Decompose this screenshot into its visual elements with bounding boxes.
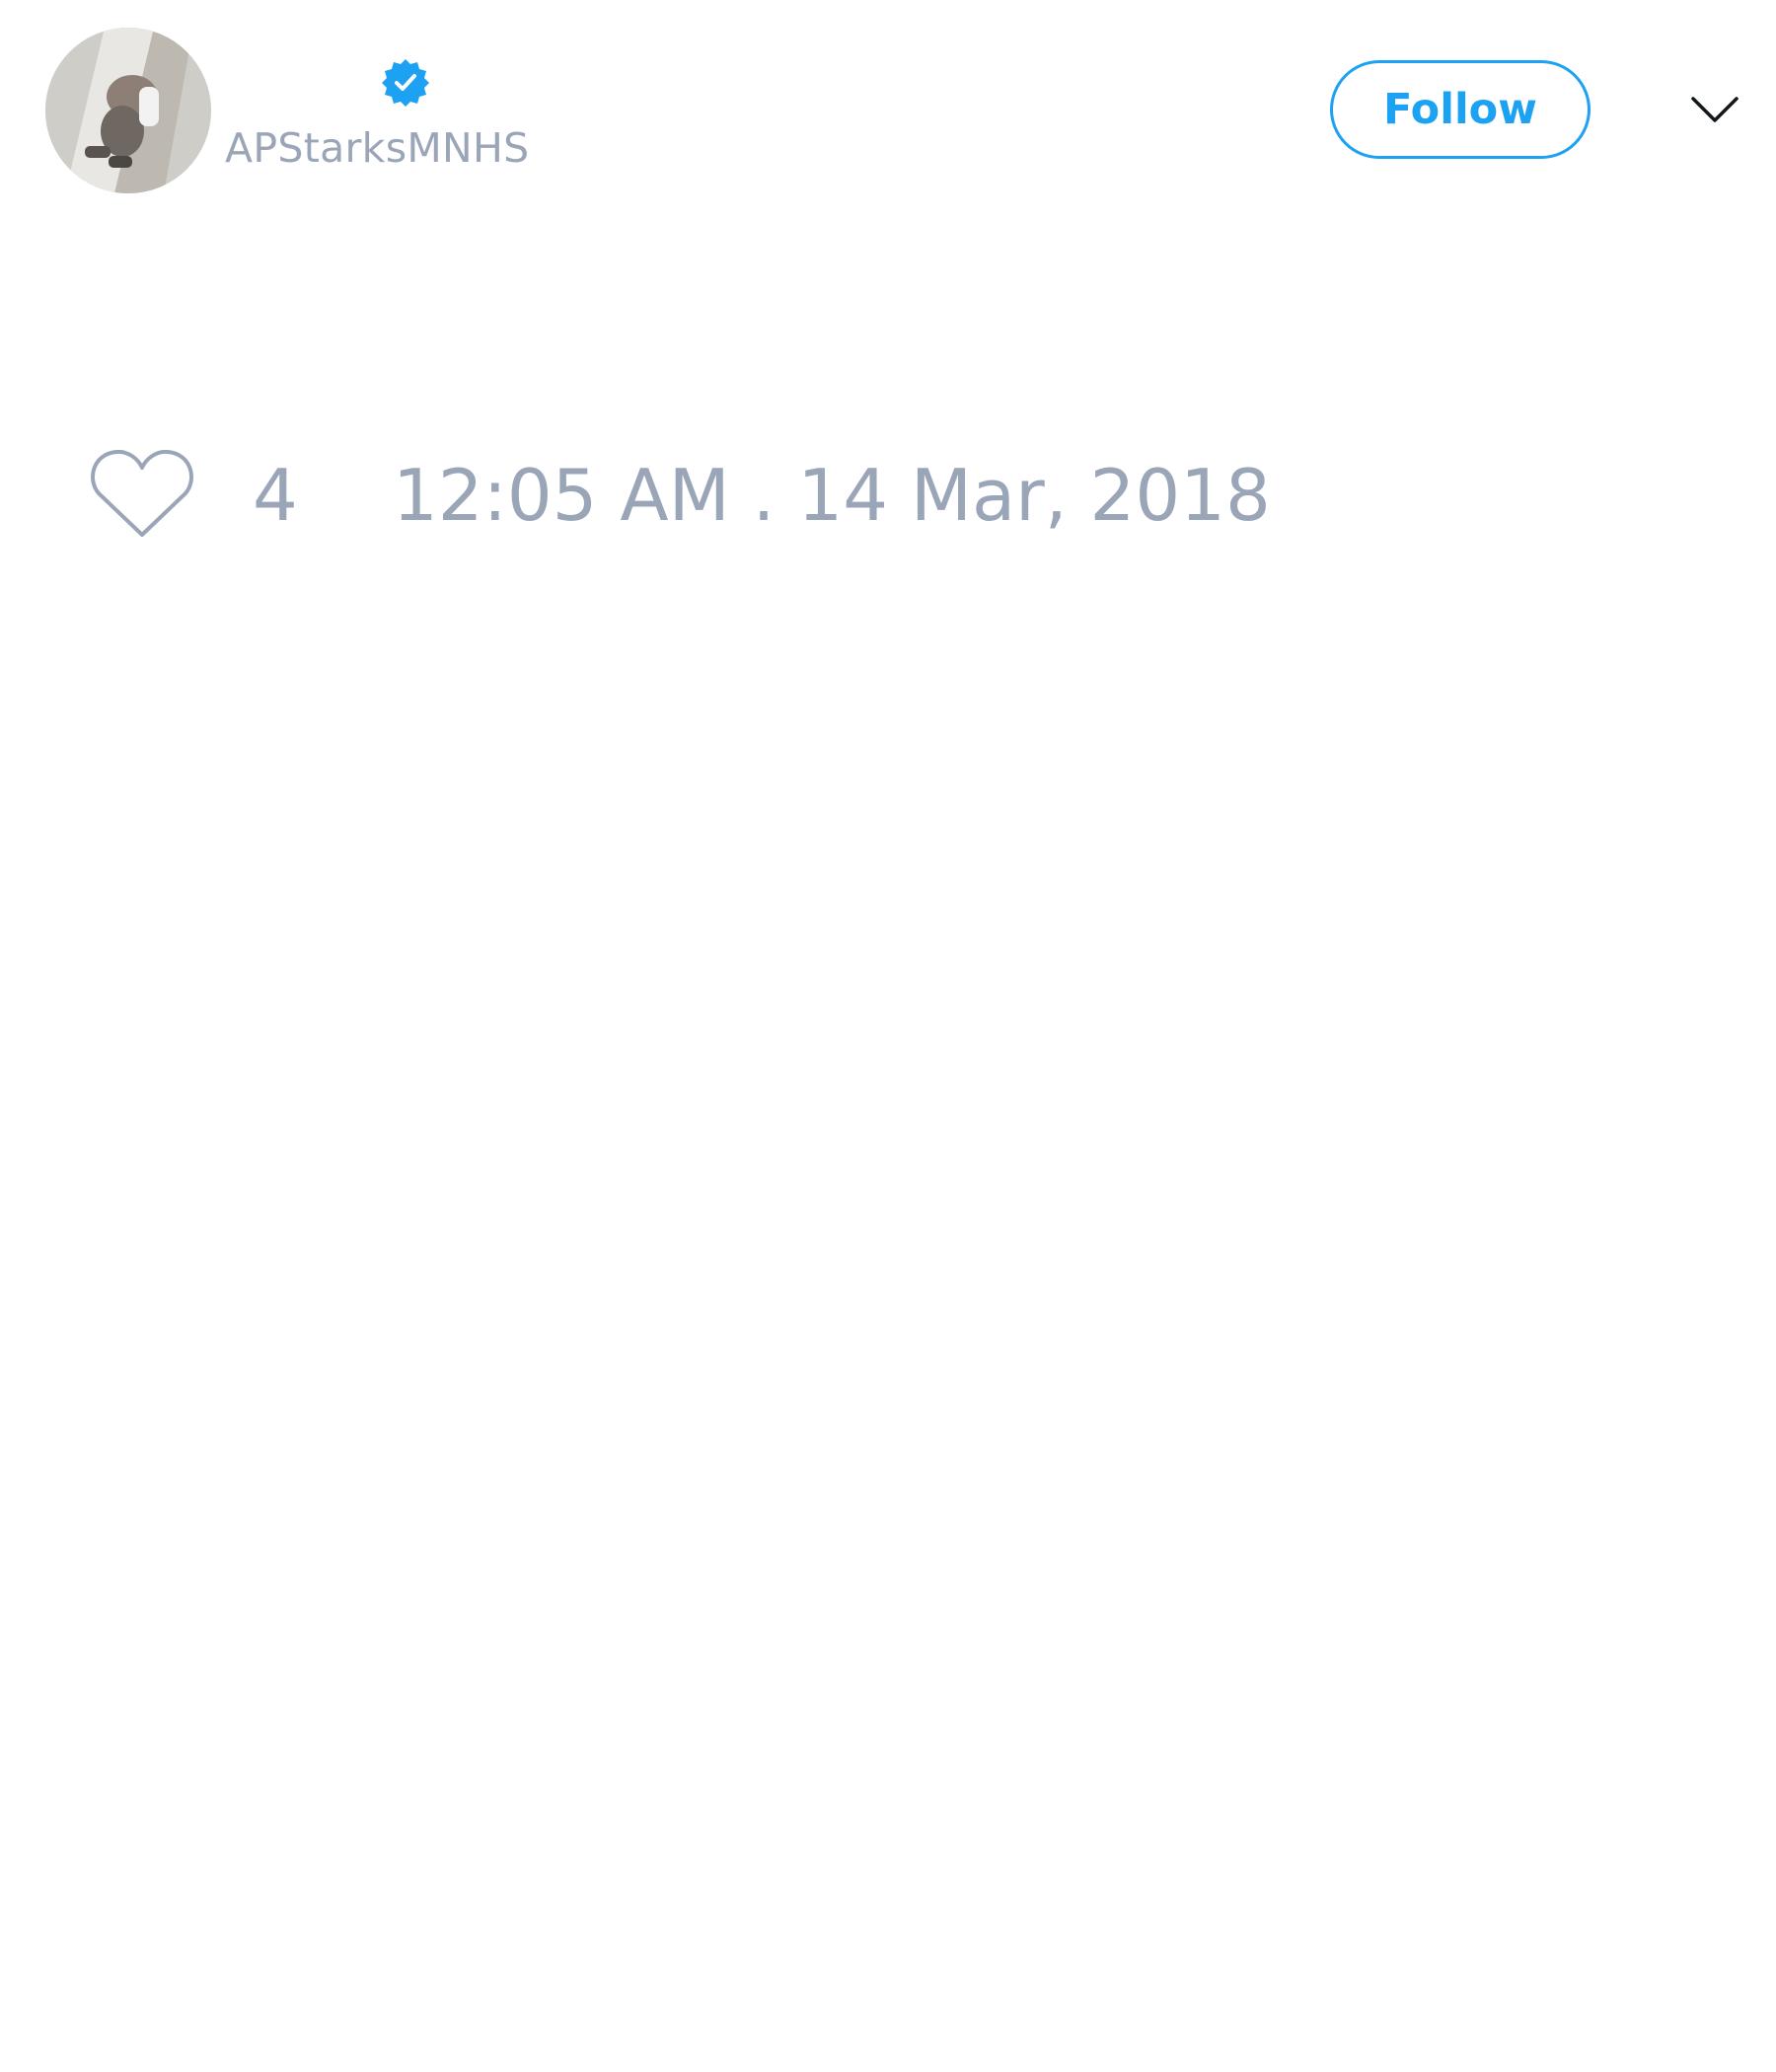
user-handle[interactable]: APStarksMNHS [225, 124, 529, 172]
like-count: 4 [253, 454, 298, 537]
avatar-photo [45, 28, 211, 193]
tweet-timestamp[interactable]: 12:05 AM . 14 Mar, 2018 [393, 456, 1271, 535]
verified-badge-icon [382, 59, 429, 107]
follow-button[interactable]: Follow [1330, 60, 1591, 159]
chevron-down-icon[interactable] [1689, 89, 1740, 128]
heart-icon[interactable] [89, 446, 195, 541]
tweet-embed: APStarksMNHS Follow 4 12:05 AM . 14 Mar,… [0, 0, 1776, 2072]
avatar[interactable] [45, 28, 211, 193]
